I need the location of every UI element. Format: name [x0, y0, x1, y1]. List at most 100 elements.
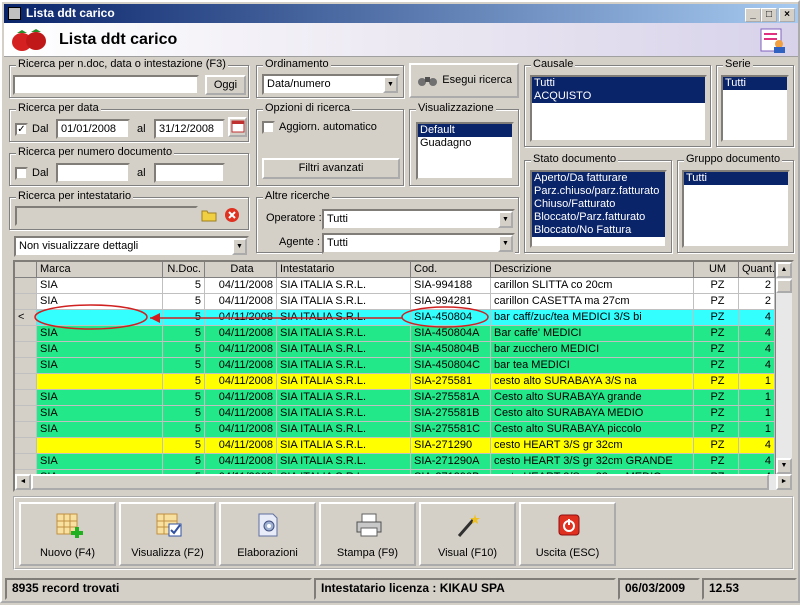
run-search-button[interactable]: Esegui ricerca [409, 63, 519, 98]
scroll-right-icon[interactable]: ► [776, 474, 792, 490]
cell-quant: 4 [739, 438, 775, 454]
cell-descrizione: bar caff/zuc/tea MEDICI 3/S bi [491, 310, 694, 326]
clear-holder-icon[interactable] [224, 207, 240, 223]
cell-quant: 4 [739, 310, 775, 326]
grid-horizontal-scrollbar[interactable]: ◄ ► [15, 474, 792, 490]
cell-intestatario: SIA ITALIA S.R.L. [277, 422, 411, 438]
stato-option[interactable]: Bloccato/No Fattura [532, 224, 665, 237]
table-row[interactable]: SIA 5 04/11/2008 SIA ITALIA S.R.L. SIA-27558… [15, 422, 775, 438]
visual-button-label: Visual (F10) [437, 547, 498, 559]
causale-option[interactable]: ACQUISTO [532, 90, 705, 103]
folder-open-icon[interactable] [201, 208, 217, 222]
chevron-down-icon[interactable]: ▼ [232, 238, 247, 255]
col-um[interactable]: UM [694, 262, 739, 278]
operator-select[interactable]: Tutti ▼ [322, 209, 515, 230]
scroll-left-icon[interactable]: ◄ [15, 474, 31, 490]
ordering-legend: Ordinamento [263, 58, 331, 70]
stato-option[interactable]: Aperto/Da fatturare [532, 172, 665, 185]
details-select[interactable]: Non visualizzare dettagli ▼ [14, 236, 249, 257]
new-doc-icon [56, 513, 83, 538]
gruppo-listbox[interactable]: Tutti [682, 170, 790, 248]
date-from-input[interactable]: 01/01/2008 [56, 119, 130, 139]
col-marker[interactable] [15, 262, 37, 278]
causale-listbox[interactable]: Tutti ACQUISTO [530, 75, 707, 142]
view-listbox[interactable]: Default Guadagno [416, 122, 514, 180]
col-data[interactable]: Data [205, 262, 277, 278]
stato-listbox[interactable]: Aperto/Da fatturare Parz.chiuso/parz.fat… [530, 170, 667, 248]
search-text-group: Ricerca per n.doc, data o intestazione (… [9, 58, 249, 98]
status-date: 06/03/2009 [618, 578, 700, 600]
table-row[interactable]: <5 04/11/2008 SIA ITALIA S.R.L. SIA-450804 b… [15, 310, 775, 326]
serie-listbox[interactable]: Tutti [721, 75, 789, 142]
cell-data: 04/11/2008 [205, 278, 277, 294]
stato-option[interactable]: Chiuso/Fatturato [532, 198, 665, 211]
table-row[interactable]: 5 04/11/2008 SIA ITALIA S.R.L. SIA-275581 ce… [15, 374, 775, 390]
col-quant[interactable]: Quant. [739, 262, 775, 278]
processing-button[interactable]: Elaborazioni [219, 502, 316, 566]
cell-intestatario: SIA ITALIA S.R.L. [277, 278, 411, 294]
chevron-down-icon[interactable]: ▼ [498, 211, 513, 228]
documents-grid[interactable]: Marca N.Doc. Data Intestatario Cod. Desc… [13, 260, 794, 492]
cell-data: 04/11/2008 [205, 326, 277, 342]
serie-option[interactable]: Tutti [723, 77, 787, 90]
scroll-up-icon[interactable]: ▲ [776, 262, 792, 278]
stato-option[interactable]: Parz.chiuso/parz.fatturato [532, 185, 665, 198]
maximize-button[interactable]: □ [761, 8, 777, 22]
close-button[interactable]: × [779, 8, 795, 22]
table-row[interactable]: SIA 5 04/11/2008 SIA ITALIA S.R.L. SIA-45080… [15, 342, 775, 358]
scroll-thumb[interactable] [776, 279, 792, 293]
number-from-input[interactable] [56, 163, 130, 183]
cell-descrizione: carillon CASETTA ma 27cm [491, 294, 694, 310]
auto-refresh-checkbox[interactable] [262, 121, 275, 134]
visual-button[interactable]: Visual (F10) [419, 502, 516, 566]
printer-icon [356, 513, 382, 537]
table-row[interactable]: SIA 5 04/11/2008 SIA ITALIA S.R.L. SIA-99428… [15, 294, 775, 310]
col-descrizione[interactable]: Descrizione [491, 262, 694, 278]
table-row[interactable]: SIA 5 04/11/2008 SIA ITALIA S.R.L. SIA-45080… [15, 358, 775, 374]
cell-cod: SIA-450804B [411, 342, 491, 358]
table-row[interactable]: SIA504/11/2008SIA ITALIA S.R.L.SIA-27129… [15, 454, 775, 470]
cell-um: PZ [694, 422, 739, 438]
col-ndoc[interactable]: N.Doc. [163, 262, 205, 278]
exit-button[interactable]: Uscita (ESC) [519, 502, 616, 566]
search-text-input[interactable] [13, 75, 199, 95]
col-cod[interactable]: Cod. [411, 262, 491, 278]
cell-quant: 1 [739, 406, 775, 422]
agent-select[interactable]: Tutti ▼ [322, 233, 515, 254]
print-button[interactable]: Stampa (F9) [319, 502, 416, 566]
chevron-down-icon[interactable]: ▼ [498, 235, 513, 252]
number-from-label: Dal [32, 167, 49, 179]
col-marca[interactable]: Marca [37, 262, 163, 278]
chevron-down-icon[interactable]: ▼ [383, 76, 398, 93]
cell-marker [15, 278, 37, 294]
new-button[interactable]: Nuovo (F4) [19, 502, 116, 566]
table-row[interactable]: SIA 5 04/11/2008 SIA ITALIA S.R.L. SIA-99418… [15, 278, 775, 294]
col-intestatario[interactable]: Intestatario [277, 262, 411, 278]
scroll-down-icon[interactable]: ▼ [776, 458, 792, 474]
date-to-input[interactable]: 31/12/2008 [154, 119, 225, 139]
gruppo-option[interactable]: Tutti [684, 172, 788, 185]
minimize-button[interactable]: _ [745, 8, 761, 22]
view-option-guadagno[interactable]: Guadagno [418, 137, 512, 150]
cell-marca: SIA [37, 326, 163, 342]
other-search-legend: Altre ricerche [263, 190, 332, 202]
hscroll-thumb[interactable] [31, 474, 769, 490]
table-row[interactable]: 5 04/11/2008 SIA ITALIA S.R.L. SIA-271290 ce… [15, 438, 775, 454]
calendar-button[interactable] [228, 117, 247, 137]
table-row[interactable]: SIA 5 04/11/2008 SIA ITALIA S.R.L. SIA-27558… [15, 390, 775, 406]
grid-vertical-scrollbar[interactable]: ▲ ▼ [776, 262, 792, 474]
number-from-checkbox[interactable] [15, 167, 28, 180]
cell-intestatario: SIA ITALIA S.R.L. [277, 374, 411, 390]
stato-option[interactable]: Bloccato/Parz.fatturato [532, 211, 665, 224]
table-row[interactable]: SIA 5 04/11/2008 SIA ITALIA S.R.L. SIA-45080… [15, 326, 775, 342]
view-button[interactable]: Visualizza (F2) [119, 502, 216, 566]
table-row[interactable]: SIA 5 04/11/2008 SIA ITALIA S.R.L. SIA-27558… [15, 406, 775, 422]
ordering-select[interactable]: Data/numero ▼ [262, 74, 400, 95]
advanced-filters-button[interactable]: Filtri avanzati [262, 158, 400, 179]
causale-option[interactable]: Tutti [532, 77, 705, 90]
number-to-input[interactable] [154, 163, 225, 183]
view-option-default[interactable]: Default [418, 124, 512, 137]
today-button[interactable]: Oggi [205, 75, 246, 95]
date-from-checkbox[interactable]: ✓ [15, 123, 28, 136]
holder-input[interactable] [15, 206, 198, 226]
